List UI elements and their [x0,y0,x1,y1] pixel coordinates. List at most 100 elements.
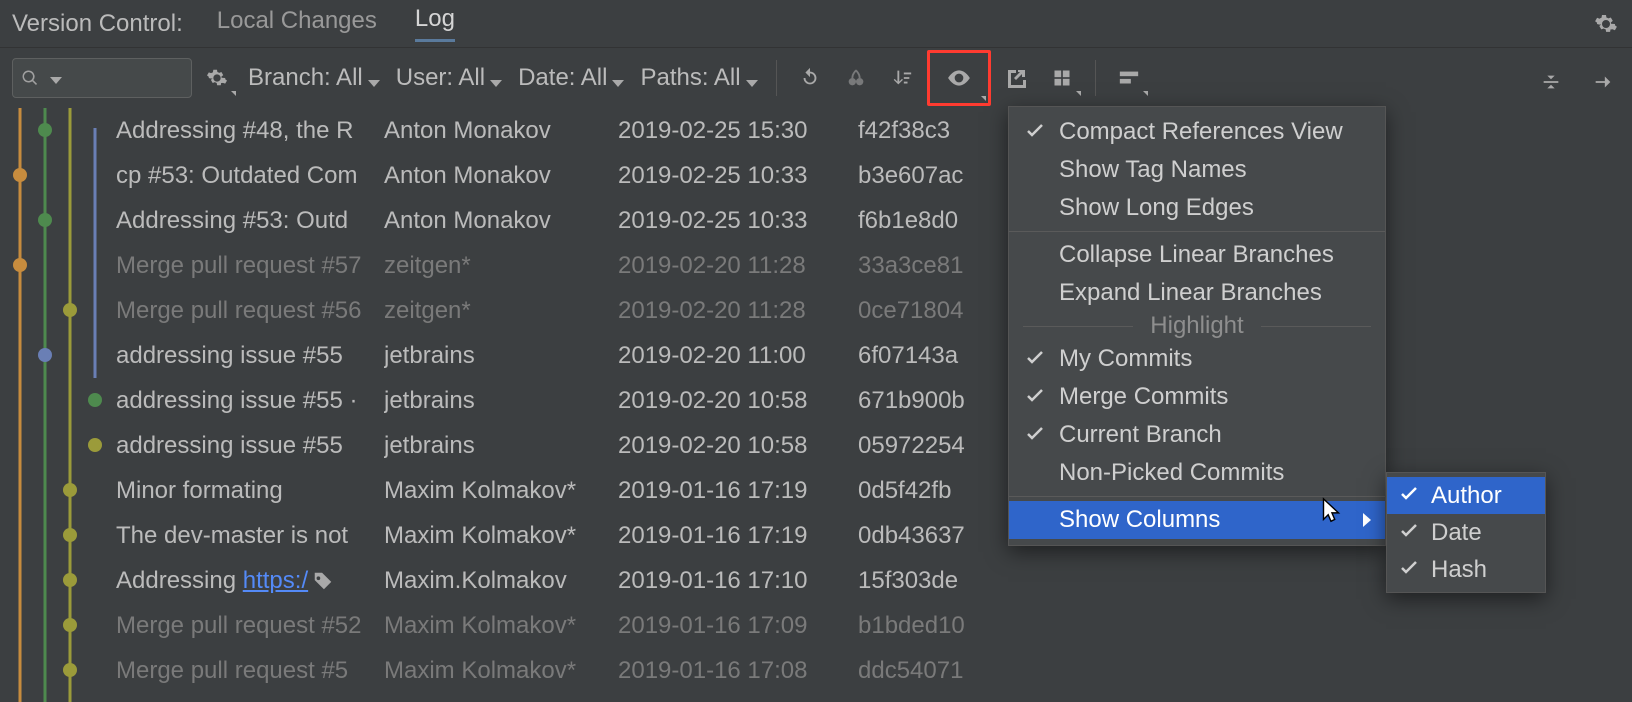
commit-subject: The dev-master is not [116,522,384,550]
commit-hash: 671b900b [858,387,998,415]
menu-label: Collapse Linear Branches [1059,241,1334,269]
commit-row[interactable]: cp #53: Outdated ComAnton Monakov2019-02… [0,153,1632,198]
menu-label: Expand Linear Branches [1059,279,1322,307]
commit-date: 2019-02-20 10:58 [618,387,858,415]
commit-subject: Addressing #53: Outd [116,207,384,235]
menu-collapse-linear[interactable]: Collapse Linear Branches [1009,236,1385,274]
settings-icon[interactable] [196,58,238,98]
commit-link[interactable]: https:/ [243,567,308,594]
commit-row[interactable]: addressing issue #55jetbrains2019-02-20 … [0,333,1632,378]
commit-date: 2019-02-20 11:28 [618,297,858,325]
commit-author: Maxim Kolmakov* [384,612,618,640]
check-icon [1399,521,1419,541]
date-filter-label: Date: All [518,64,607,92]
column-date[interactable]: Date [1387,514,1545,551]
commit-log[interactable]: Addressing #48, the RAnton Monakov2019-0… [0,108,1632,702]
commit-date: 2019-01-16 17:08 [618,657,858,685]
menu-label: Show Columns [1059,506,1220,534]
date-filter[interactable]: Date: All [512,60,630,96]
menu-label: Current Branch [1059,421,1222,449]
commit-author: Maxim Kolmakov* [384,657,618,685]
commit-date: 2019-01-16 17:09 [618,612,858,640]
commit-row[interactable]: Merge pull request #57zeitgen*2019-02-20… [0,243,1632,288]
eye-icon[interactable] [927,50,991,106]
commit-author: jetbrains [384,432,618,460]
tab-local-changes[interactable]: Local Changes [217,7,377,41]
menu-label: Date [1431,519,1482,547]
menu-show-long-edges[interactable]: Show Long Edges [1009,189,1385,227]
gear-icon[interactable] [1592,10,1620,38]
commit-date: 2019-02-25 10:33 [618,162,858,190]
commit-row[interactable]: Merge pull request #5Maxim Kolmakov*2019… [0,648,1632,693]
menu-compact-refs[interactable]: Compact References View [1009,113,1385,151]
menu-label: Author [1431,482,1502,510]
grid-icon[interactable] [1041,58,1083,98]
menu-section-highlight: Highlight [1009,312,1385,340]
column-author[interactable]: Author [1387,477,1545,514]
menu-non-picked[interactable]: Non-Picked Commits [1009,454,1385,492]
paths-filter[interactable]: Paths: All [634,60,763,96]
layout-icon[interactable] [1108,58,1150,98]
menu-show-tag-names[interactable]: Show Tag Names [1009,151,1385,189]
column-hash[interactable]: Hash [1387,551,1545,588]
commit-date: 2019-02-20 11:00 [618,342,858,370]
commit-author: jetbrains [384,342,618,370]
commit-subject: cp #53: Outdated Com [116,162,384,190]
commit-hash: f6b1e8d0 [858,207,998,235]
user-filter[interactable]: User: All [390,60,508,96]
chevron-right-icon [1363,513,1371,527]
cursor-icon [1316,496,1346,526]
check-icon [1399,484,1419,504]
tab-log[interactable]: Log [415,5,455,42]
commit-row[interactable]: Merge pull request #56zeitgen*2019-02-20… [0,288,1632,333]
commit-hash: f42f38c3 [858,117,998,145]
menu-label: Show Tag Names [1059,156,1247,184]
commit-row[interactable]: Addressing #53: OutdAnton Monakov2019-02… [0,198,1632,243]
user-filter-label: User: All [396,64,485,92]
refresh-icon[interactable] [789,58,831,98]
chevron-down-icon [368,80,380,87]
search-icon [21,69,39,87]
commit-hash: ddc54071 [858,657,998,685]
commit-hash: 33a3ce81 [858,252,998,280]
menu-label: My Commits [1059,345,1192,373]
check-icon [1025,121,1045,141]
commit-date: 2019-01-16 17:19 [618,522,858,550]
columns-submenu: Author Date Hash [1386,472,1546,593]
commit-row[interactable]: Addressing #48, the RAnton Monakov2019-0… [0,108,1632,153]
log-toolbar: Branch: All User: All Date: All Paths: A… [0,48,1632,108]
branch-filter-label: Branch: All [248,64,363,92]
expand-right-icon[interactable] [1582,62,1624,102]
menu-merge-commits[interactable]: Merge Commits [1009,378,1385,416]
commit-hash: 15f303de [858,567,998,595]
commit-row[interactable]: addressing issue #55jetbrains2019-02-20 … [0,423,1632,468]
commit-subject: Merge pull request #57 [116,252,384,280]
commit-hash: b1bded10 [858,612,998,640]
menu-label: Hash [1431,556,1487,584]
commit-subject: Merge pull request #52 [116,612,384,640]
chevron-down-icon [490,80,502,87]
commit-row[interactable]: addressing issue #55 ·jetbrains2019-02-2… [0,378,1632,423]
intellisort-icon[interactable] [881,58,923,98]
menu-my-commits[interactable]: My Commits [1009,340,1385,378]
menu-expand-linear[interactable]: Expand Linear Branches [1009,274,1385,312]
check-icon [1025,424,1045,444]
collapse-icon[interactable] [1530,62,1572,102]
search-input[interactable] [12,58,192,98]
commit-date: 2019-02-25 10:33 [618,207,858,235]
commit-author: jetbrains [384,387,618,415]
commit-author: Anton Monakov [384,117,618,145]
branch-filter[interactable]: Branch: All [242,60,386,96]
check-icon [1025,348,1045,368]
commit-author: Maxim Kolmakov* [384,477,618,505]
commit-subject: addressing issue #55 [116,342,384,370]
commit-hash: 0db43637 [858,522,998,550]
commit-subject: Addressing https:/ [116,567,384,595]
commit-row[interactable]: Merge pull request #52Maxim Kolmakov*201… [0,603,1632,648]
open-tab-icon[interactable] [995,58,1037,98]
commit-date: 2019-02-25 15:30 [618,117,858,145]
cherry-pick-icon[interactable] [835,58,877,98]
commit-hash: 05972254 [858,432,998,460]
commit-author: Anton Monakov [384,162,618,190]
menu-current-branch[interactable]: Current Branch [1009,416,1385,454]
